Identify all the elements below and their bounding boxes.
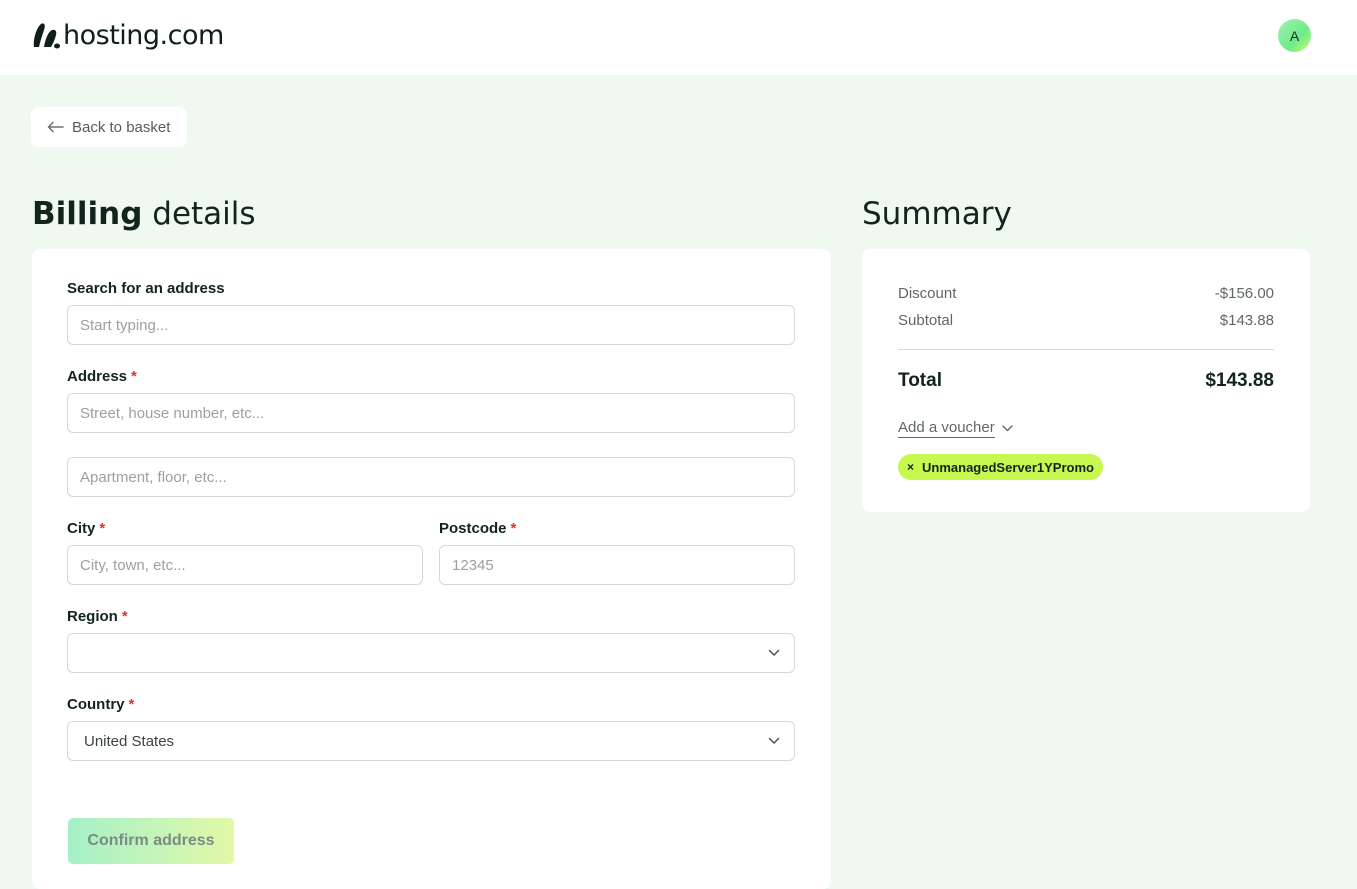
city-label-text: City: [67, 520, 96, 537]
required-mark: *: [128, 696, 135, 713]
voucher-chip: × UnmanagedServer1YPromo: [898, 454, 1103, 480]
postcode-placeholder: 12345: [452, 556, 494, 574]
region-label: Region *: [67, 608, 128, 625]
avatar-initial: A: [1289, 27, 1300, 44]
required-mark: *: [121, 608, 128, 625]
postcode-input[interactable]: 12345: [439, 545, 795, 585]
subtotal-row: Subtotal $143.88: [898, 312, 1274, 329]
total-row: Total $143.88: [898, 370, 1274, 392]
discount-value: -$156.00: [1214, 285, 1274, 302]
country-label-text: Country: [67, 696, 125, 713]
address-label-text: Address: [67, 368, 128, 385]
address-label: Address *: [67, 368, 137, 385]
region-label-text: Region: [67, 608, 118, 625]
chevron-down-icon: [768, 649, 780, 656]
address-line1-placeholder: Street, house number, etc...: [80, 404, 265, 422]
discount-label: Discount: [898, 285, 957, 302]
avatar[interactable]: A: [1278, 19, 1311, 52]
address-line2-placeholder: Apartment, floor, etc...: [80, 468, 227, 486]
billing-form-card: Search for an address Start typing... Ad…: [32, 249, 831, 889]
required-mark: *: [99, 520, 106, 537]
region-select[interactable]: [67, 633, 795, 673]
required-mark: *: [510, 520, 517, 537]
voucher-code: UnmanagedServer1YPromo: [922, 459, 1094, 475]
postcode-label-text: Postcode: [439, 520, 507, 537]
summary-title: Summary: [862, 196, 1012, 232]
back-label: Back to basket: [72, 118, 171, 136]
logo-text: hosting.com: [63, 19, 224, 51]
confirm-address-button[interactable]: Confirm address: [68, 818, 234, 864]
city-label: City *: [67, 520, 105, 537]
search-placeholder: Start typing...: [80, 316, 169, 334]
country-value: United States: [84, 732, 175, 750]
subtotal-label: Subtotal: [898, 312, 954, 329]
add-voucher-toggle[interactable]: Add a voucher: [898, 419, 1013, 438]
chevron-down-icon: [1002, 425, 1013, 432]
country-select[interactable]: United States: [67, 721, 795, 761]
country-label: Country *: [67, 696, 134, 713]
summary-card: Discount -$156.00 Subtotal $143.88 Total…: [862, 249, 1310, 512]
add-voucher-label: Add a voucher: [898, 419, 995, 438]
logo[interactable]: hosting.com: [31, 18, 224, 52]
back-to-basket-button[interactable]: Back to basket: [31, 107, 187, 147]
total-label: Total: [898, 370, 942, 391]
chevron-down-icon: [768, 737, 780, 744]
search-label: Search for an address: [67, 280, 225, 297]
remove-voucher-icon[interactable]: ×: [907, 460, 914, 474]
top-bar: hosting.com A: [0, 0, 1357, 75]
subtotal-value: $143.88: [1219, 312, 1274, 329]
search-label-text: Search for an address: [67, 280, 225, 297]
hosting-logo-icon: [33, 23, 60, 49]
billing-title-bold: Billing: [32, 196, 143, 232]
city-placeholder: City, town, etc...: [80, 556, 186, 574]
billing-title: Billing details: [32, 196, 256, 232]
search-input[interactable]: Start typing...: [67, 305, 795, 345]
arrow-left-icon: [47, 121, 64, 133]
city-input[interactable]: City, town, etc...: [67, 545, 423, 585]
summary-divider: [898, 349, 1274, 350]
discount-row: Discount -$156.00: [898, 285, 1274, 302]
billing-title-light: details: [152, 196, 256, 232]
required-mark: *: [131, 368, 137, 385]
total-value: $143.88: [1205, 370, 1274, 391]
address-line2-input[interactable]: Apartment, floor, etc...: [67, 457, 795, 497]
postcode-label: Postcode *: [439, 520, 516, 537]
address-line1-input[interactable]: Street, house number, etc...: [67, 393, 795, 433]
